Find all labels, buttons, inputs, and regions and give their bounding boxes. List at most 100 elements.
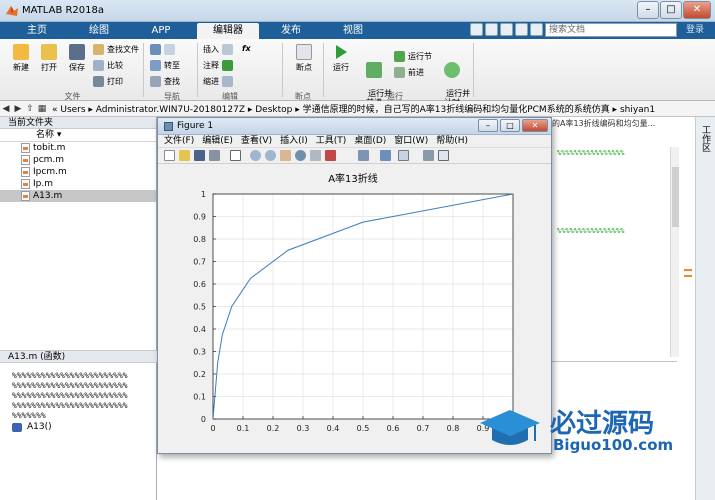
rotate-3d-icon[interactable] (295, 150, 306, 161)
m-file-icon (21, 155, 30, 165)
tab-plots[interactable]: 绘图 (70, 23, 128, 39)
figure-title-bar[interactable]: Figure 1 – □ ✕ (158, 118, 551, 135)
file-item-selected[interactable]: A13.m (0, 190, 156, 202)
ribbon-separator (473, 43, 474, 97)
workspace-label[interactable]: 工作区 (700, 125, 712, 152)
figure-close-button[interactable]: ✕ (522, 119, 548, 132)
insert-legend-icon[interactable] (398, 150, 409, 161)
menu-tools[interactable]: 工具(T) (316, 135, 347, 147)
figure-menu-bar: 文件(F) 编辑(E) 查看(V) 插入(I) 工具(T) 桌面(D) 窗口(W… (158, 135, 551, 148)
menu-help[interactable]: 帮助(H) (436, 135, 468, 147)
editor-scrollbar[interactable] (670, 147, 679, 357)
figure-minimize-button[interactable]: – (478, 119, 498, 132)
y-tick-label: 0.3 (193, 348, 206, 357)
save-figure-icon[interactable] (194, 150, 205, 161)
brush-icon[interactable] (325, 150, 336, 161)
file-item[interactable]: tobit.m (0, 142, 156, 154)
x-tick-label: 0.3 (297, 424, 310, 433)
select-pointer-icon[interactable] (230, 150, 241, 161)
insert-colorbar-icon[interactable] (380, 150, 391, 161)
tab-view[interactable]: 视图 (324, 23, 382, 39)
browse-folder-icon[interactable]: ▦ (36, 104, 48, 114)
y-tick-label: 0 (201, 415, 206, 424)
x-tick-label: 0.5 (357, 424, 370, 433)
pan-hand-icon[interactable] (280, 150, 291, 161)
menu-file[interactable]: 文件(F) (164, 135, 194, 147)
file-item[interactable]: Ipcm.m (0, 166, 156, 178)
details-function[interactable]: A13() (12, 422, 52, 432)
y-tick-label: 0.4 (193, 325, 206, 334)
compare-button[interactable]: 比较 (93, 60, 123, 71)
address-bar: ◀ ▶ ⇧ ▦ « Users ▸ Administrator.WIN7U-20… (0, 101, 715, 117)
maximize-button[interactable]: □ (660, 1, 682, 19)
run-advance-icon (366, 62, 382, 78)
window-title: MATLAB R2018a (22, 5, 105, 16)
warning-marker[interactable] (684, 275, 692, 277)
menu-window[interactable]: 窗口(W) (394, 135, 428, 147)
data-cursor-icon[interactable] (310, 150, 321, 161)
editor-tab-title[interactable]: 的A率13折线编码和均匀量... (552, 118, 692, 130)
current-path[interactable]: « Users ▸ Administrator.WIN7U-20180127Z … (52, 102, 655, 115)
show-plot-tools-icon[interactable] (438, 150, 449, 161)
x-tick-label: 0.6 (387, 424, 400, 433)
paste-quick-icon[interactable] (515, 23, 528, 36)
copy-quick-icon[interactable] (500, 23, 513, 36)
save-quick-icon[interactable] (470, 23, 483, 36)
warning-marker[interactable] (684, 269, 692, 271)
login-link[interactable]: 登录 (686, 23, 704, 38)
breakpoints-icon (296, 44, 312, 60)
open-file-icon[interactable] (179, 150, 190, 161)
watermark-url: Biguo100.com (553, 436, 674, 454)
find-button[interactable]: 查找 (150, 76, 180, 87)
figure-maximize-button[interactable]: □ (500, 119, 520, 132)
print-button[interactable]: 打印 (93, 76, 123, 87)
fx-button[interactable]: fx (242, 44, 251, 53)
hide-plot-tools-icon[interactable] (423, 150, 434, 161)
goto-button[interactable]: 转至 (150, 60, 180, 71)
run-section-icon (394, 51, 405, 62)
menu-desktop[interactable]: 桌面(D) (354, 135, 386, 147)
file-item[interactable]: Ip.m (0, 178, 156, 190)
menu-edit[interactable]: 编辑(E) (202, 135, 233, 147)
forward-icon[interactable]: ▶ (12, 104, 24, 114)
tab-editor[interactable]: 编辑器 (197, 23, 259, 39)
run-button[interactable]: 运行 (328, 44, 354, 73)
breakpoints-button[interactable]: 断点 (290, 44, 318, 73)
y-tick-label: 1 (201, 190, 206, 199)
tab-home[interactable]: 主页 (8, 23, 66, 39)
title-bar: MATLAB R2018a – □ ✕ (0, 0, 715, 22)
name-column-header[interactable]: 名称 ▾ (0, 129, 156, 142)
find-files-button[interactable]: 查找文件 (93, 44, 139, 55)
tab-publish[interactable]: 发布 (262, 23, 320, 39)
close-button[interactable]: ✕ (683, 1, 711, 19)
up-folder-icon[interactable]: ⇧ (24, 104, 36, 114)
graduation-cap-logo (480, 410, 540, 445)
menu-view[interactable]: 查看(V) (241, 135, 272, 147)
open-button[interactable]: 打开 (36, 44, 62, 73)
print-figure-icon[interactable] (209, 150, 220, 161)
search-input[interactable]: 搜索文档 (545, 23, 677, 37)
undo-quick-icon[interactable] (530, 23, 543, 36)
indent-icon (222, 76, 233, 87)
indent-button[interactable]: 缩进 (203, 76, 233, 87)
back-icon[interactable]: ◀ (0, 104, 12, 114)
zoom-out-icon[interactable] (265, 150, 276, 161)
link-plot-icon[interactable] (358, 150, 369, 161)
cut-quick-icon[interactable] (485, 23, 498, 36)
run-section-button[interactable]: 运行节 (394, 51, 432, 62)
file-item[interactable]: pcm.m (0, 154, 156, 166)
minimize-button[interactable]: – (637, 1, 659, 19)
back-forward-buttons[interactable] (150, 44, 175, 55)
menu-insert[interactable]: 插入(I) (280, 135, 308, 147)
new-button[interactable]: 新建 (8, 44, 34, 73)
new-figure-icon[interactable] (164, 150, 175, 161)
tab-apps[interactable]: APP (132, 23, 190, 39)
advance-button[interactable]: 前进 (394, 67, 424, 78)
new-icon (13, 44, 29, 60)
zoom-in-icon[interactable] (250, 150, 261, 161)
insert-button[interactable]: 插入 (203, 44, 233, 55)
save-button[interactable]: 保存 (64, 44, 90, 73)
comment-button[interactable]: 注释 (203, 60, 233, 71)
scrollbar-thumb[interactable] (672, 167, 679, 227)
find-files-icon (93, 44, 104, 55)
